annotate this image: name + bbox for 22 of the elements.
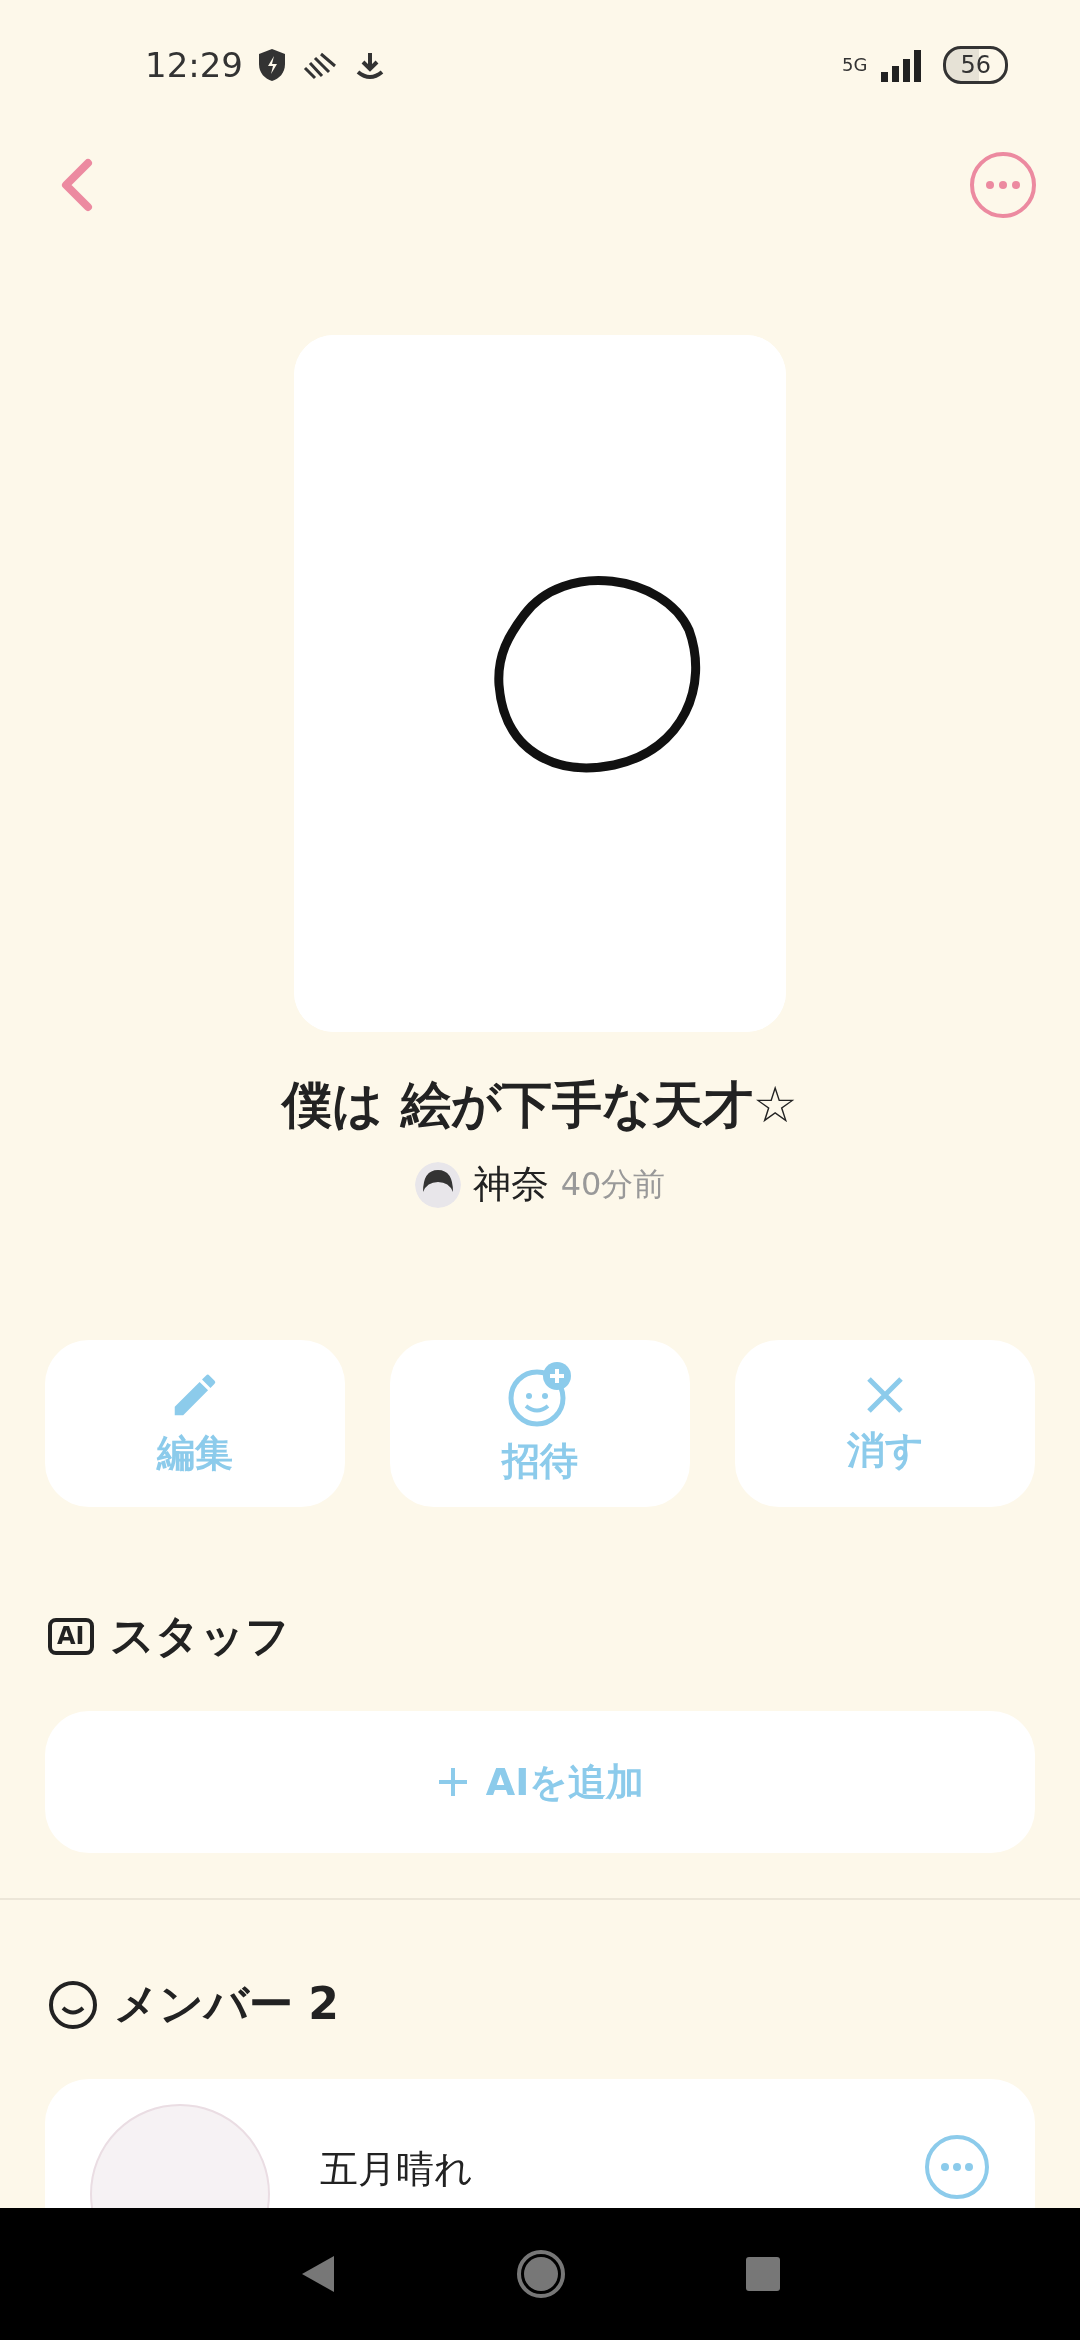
home-icon[interactable] [516,2249,566,2299]
more-button[interactable] [968,150,1038,220]
invite-button[interactable]: 招待 [390,1340,690,1507]
section-heading: メンバー 2 [114,1977,339,2031]
member-name: 五月晴れ [320,2146,474,2193]
back-icon[interactable] [300,2254,336,2294]
author-name: 神奈 [472,1161,549,1208]
smiley-icon [48,1979,98,2030]
section-heading: スタッフ [109,1609,290,1663]
ai-badge: AI [48,1618,94,1655]
post-title: 僕は 絵が下手な天才☆ [280,1075,799,1136]
post-time: 40分前 [560,1163,666,1205]
network-label: 5G [842,56,868,74]
more-button[interactable] [924,2134,990,2200]
battery-indicator: 56 [943,46,1008,84]
add-ai-button[interactable]: AIを追加 [45,1711,1035,1853]
member-card[interactable]: 五月晴れ [45,2079,1035,2208]
clock: 12:29 [145,45,243,85]
shield-icon [257,48,287,82]
delete-button[interactable]: 消す [735,1340,1035,1507]
edit-button[interactable]: 編集 [45,1340,345,1507]
download-icon [355,50,385,80]
